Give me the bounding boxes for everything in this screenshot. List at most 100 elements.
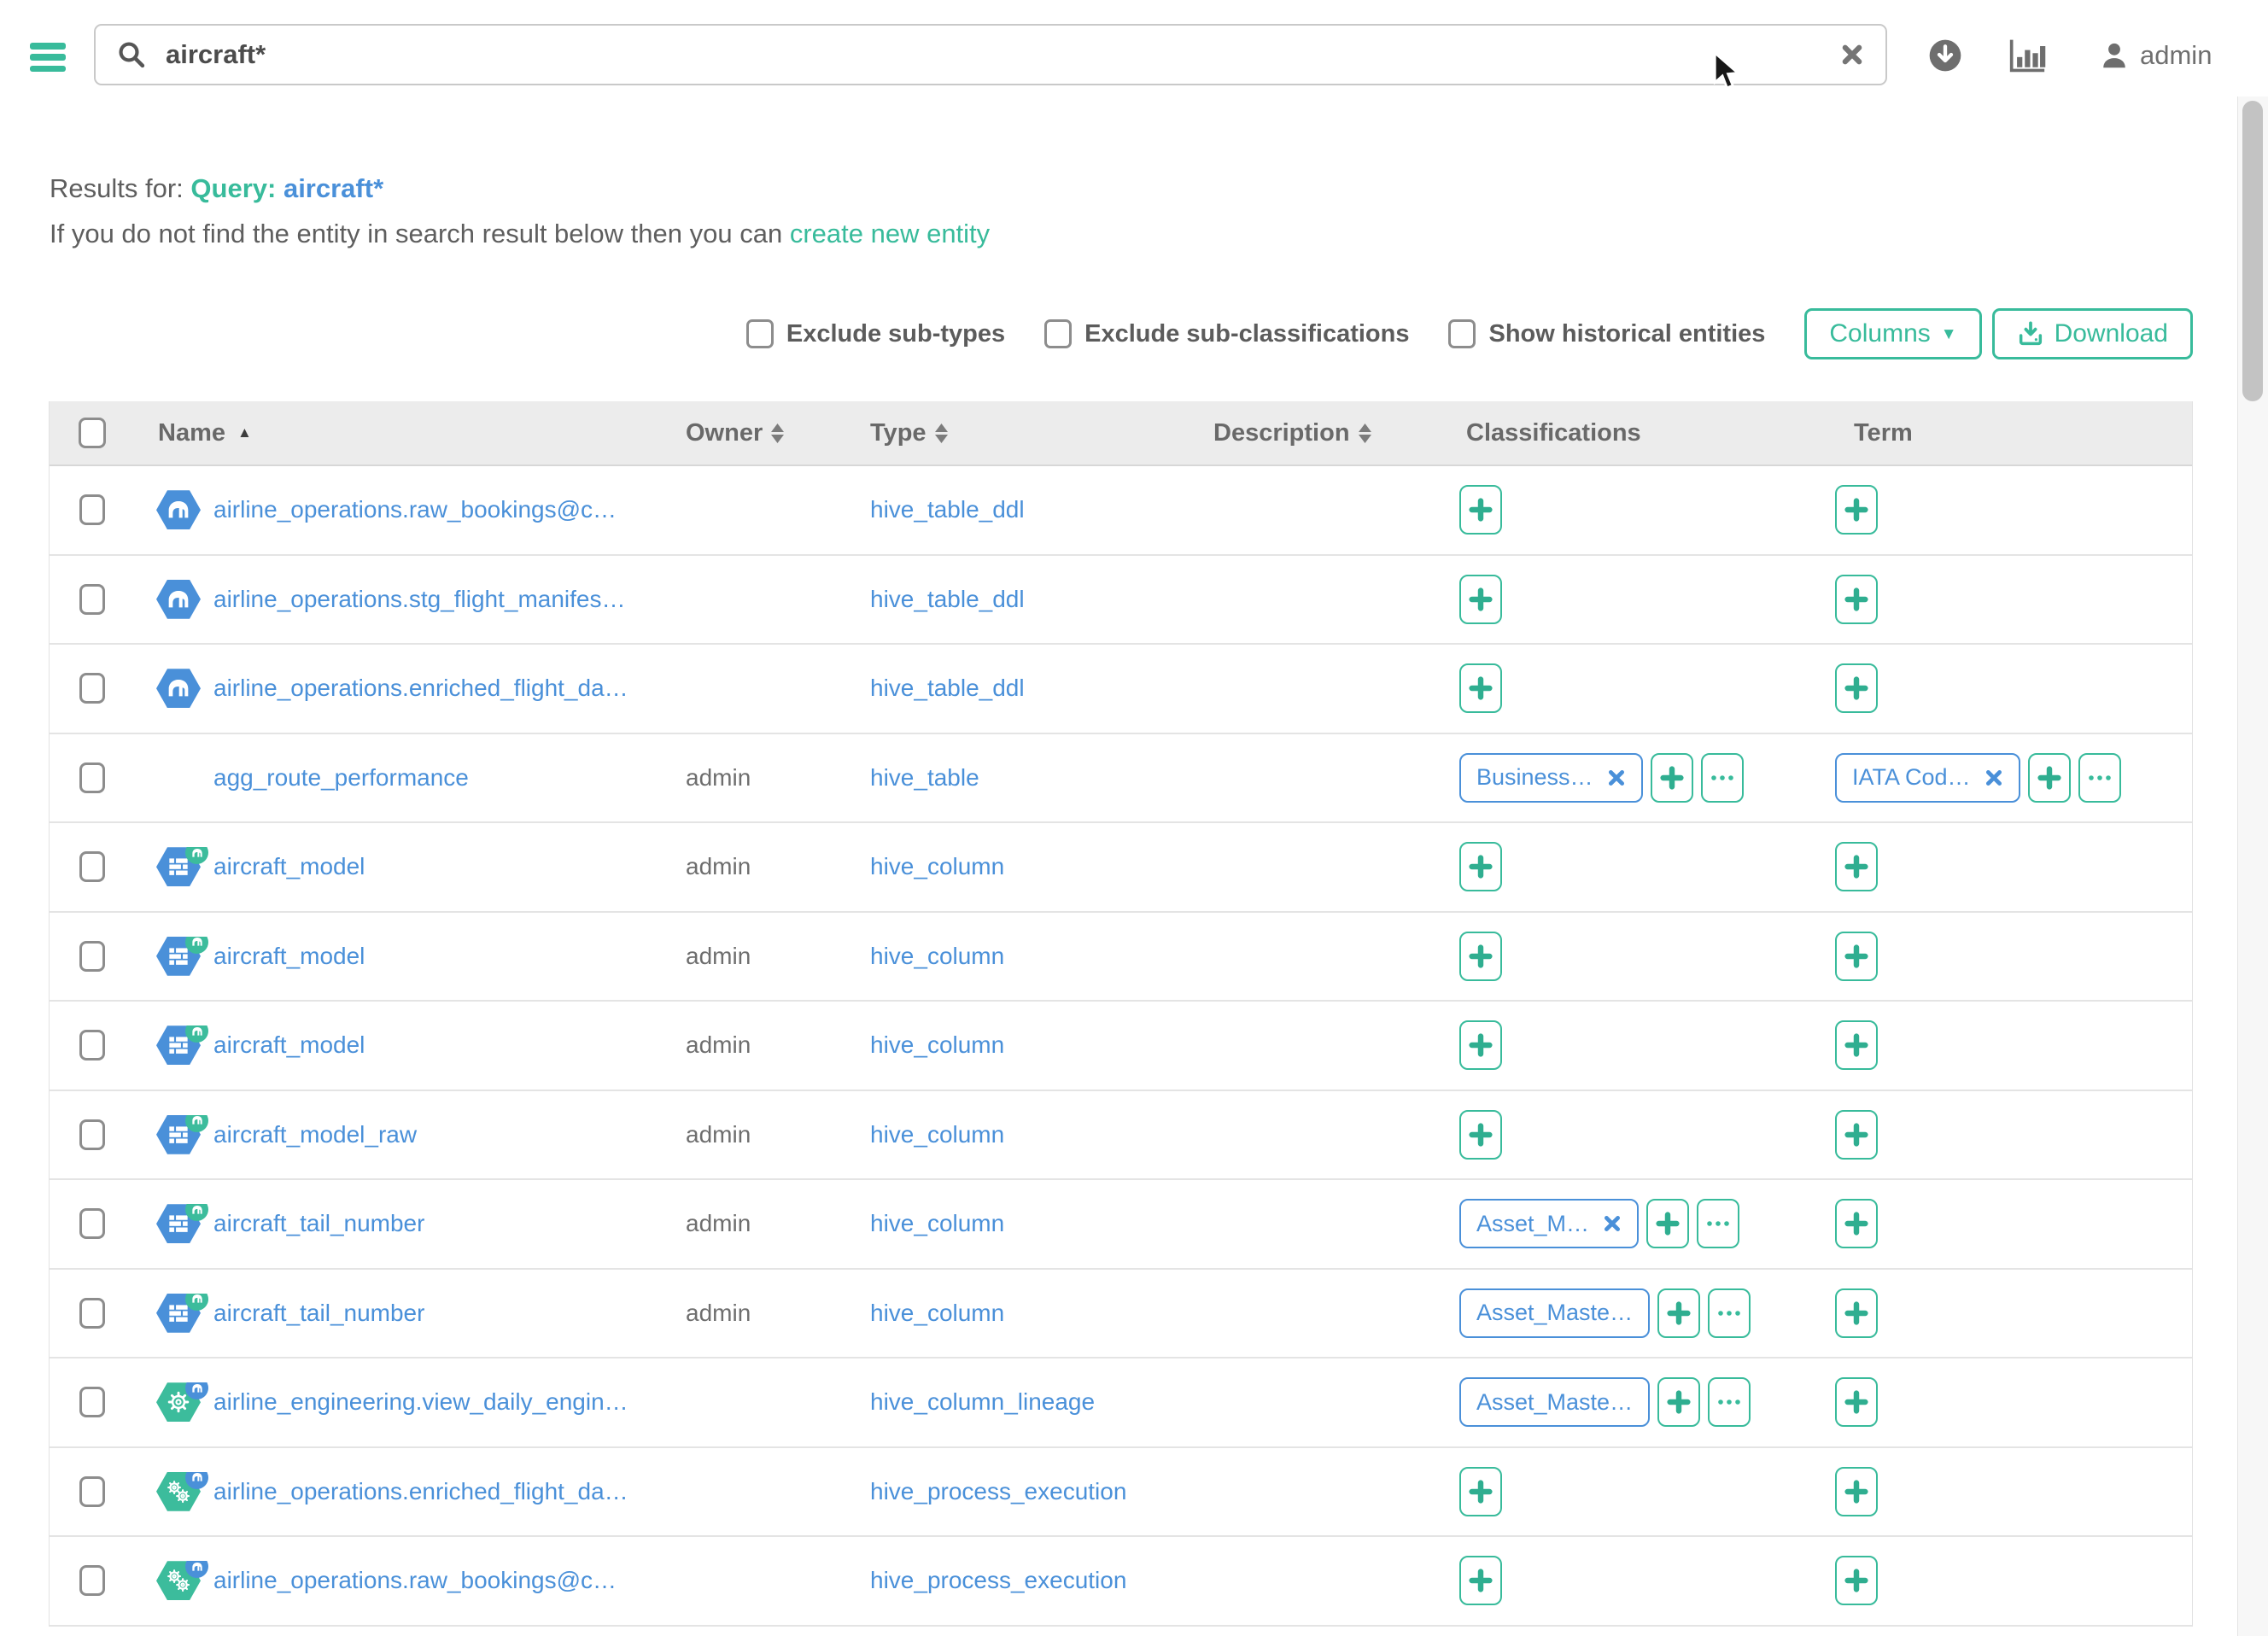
row-checkbox[interactable] — [79, 1119, 105, 1150]
select-all-checkbox[interactable] — [79, 418, 106, 448]
add-term-button[interactable] — [1835, 1556, 1878, 1605]
entity-name-link[interactable]: aircraft_model_raw — [213, 1121, 417, 1148]
classifications-cell: Asset_Maste… — [1453, 1288, 1828, 1338]
add-term-button[interactable] — [1835, 1467, 1878, 1516]
type-link[interactable]: hive_column — [870, 1300, 1004, 1326]
row-checkbox[interactable] — [79, 584, 105, 615]
type-link[interactable]: hive_table_ddl — [870, 496, 1025, 523]
download-circle-icon[interactable] — [1928, 0, 1962, 111]
row-checkbox[interactable] — [79, 762, 105, 793]
type-link[interactable]: hive_column — [870, 1121, 1004, 1148]
add-term-button[interactable] — [1835, 1020, 1878, 1070]
type-link[interactable]: hive_process_execution — [870, 1567, 1126, 1593]
add-term-button[interactable] — [1835, 1110, 1878, 1160]
type-link[interactable]: hive_column_lineage — [870, 1388, 1095, 1415]
row-checkbox[interactable] — [79, 1476, 105, 1507]
entity-name-link[interactable]: airline_operations.stg_flight_manifes… — [213, 586, 626, 613]
row-checkbox[interactable] — [79, 673, 105, 704]
entity-name-link[interactable]: airline_operations.raw_bookings@c… — [213, 496, 617, 523]
create-new-entity-link[interactable]: create new entity — [790, 219, 990, 248]
exclude-subclassifications-checkbox[interactable] — [1044, 319, 1072, 348]
hive-badge-icon — [185, 1115, 208, 1132]
more-terms-button[interactable] — [2078, 753, 2121, 803]
row-checkbox[interactable] — [79, 1565, 105, 1596]
entity-name-link[interactable]: agg_route_performance — [213, 764, 469, 792]
row-checkbox[interactable] — [79, 851, 105, 882]
header-description[interactable]: Description — [1196, 419, 1453, 447]
add-term-button[interactable] — [1835, 575, 1878, 624]
entity-name-link[interactable]: aircraft_tail_number — [213, 1210, 424, 1237]
classification-tag[interactable]: Asset_Maste… — [1459, 1288, 1650, 1338]
more-classifications-button[interactable] — [1708, 1377, 1751, 1427]
header-name[interactable]: Name ▲ — [129, 419, 675, 447]
show-historical-checkbox[interactable] — [1448, 319, 1476, 348]
entity-name-link[interactable]: airline_operations.enriched_flight_da… — [213, 675, 628, 702]
add-classification-button[interactable] — [1646, 1199, 1689, 1248]
add-classification-button[interactable] — [1459, 932, 1502, 981]
type-link[interactable]: hive_table — [870, 764, 979, 791]
add-term-button[interactable] — [2028, 753, 2071, 803]
add-term-button[interactable] — [1835, 1288, 1878, 1338]
type-link[interactable]: hive_table_ddl — [870, 586, 1025, 612]
add-term-button[interactable] — [1835, 932, 1878, 981]
search-input[interactable] — [166, 39, 1839, 70]
more-classifications-button[interactable] — [1708, 1288, 1751, 1338]
show-historical-label: Show historical entities — [1488, 320, 1765, 348]
add-term-button[interactable] — [1835, 485, 1878, 535]
entity-name-link[interactable]: aircraft_model — [213, 1031, 365, 1059]
type-link[interactable]: hive_table_ddl — [870, 675, 1025, 701]
entity-name-link[interactable]: aircraft_tail_number — [213, 1300, 424, 1327]
term-tag[interactable]: IATA Cod… — [1835, 753, 2020, 803]
add-classification-button[interactable] — [1459, 1020, 1502, 1070]
remove-classification-icon[interactable] — [1607, 768, 1626, 787]
row-checkbox[interactable] — [79, 1298, 105, 1329]
type-link[interactable]: hive_process_execution — [870, 1478, 1126, 1505]
row-checkbox[interactable] — [79, 941, 105, 972]
type-link[interactable]: hive_column — [870, 943, 1004, 969]
add-classification-button[interactable] — [1459, 663, 1502, 713]
remove-classification-icon[interactable] — [1603, 1214, 1622, 1233]
user-menu[interactable]: admin — [2099, 0, 2212, 111]
row-checkbox[interactable] — [79, 1387, 105, 1417]
hive-column-icon — [156, 1294, 201, 1333]
classification-tag[interactable]: Asset_Maste… — [1459, 1377, 1650, 1427]
entity-name-link[interactable]: aircraft_model — [213, 943, 365, 970]
type-link[interactable]: hive_column — [870, 1031, 1004, 1058]
add-term-button[interactable] — [1835, 663, 1878, 713]
remove-term-icon[interactable] — [1984, 768, 2003, 787]
entity-name-link[interactable]: airline_engineering.view_daily_engin… — [213, 1388, 628, 1416]
add-classification-button[interactable] — [1657, 1377, 1700, 1427]
exclude-subtypes-checkbox[interactable] — [746, 319, 774, 348]
add-classification-button[interactable] — [1459, 1110, 1502, 1160]
download-button[interactable]: Download — [1992, 308, 2193, 359]
scrollbar-thumb[interactable] — [2242, 101, 2263, 401]
add-classification-button[interactable] — [1657, 1288, 1700, 1338]
classification-tag[interactable]: Asset_M… — [1459, 1199, 1639, 1248]
row-checkbox[interactable] — [79, 1208, 105, 1239]
entity-name-link[interactable]: aircraft_model — [213, 853, 365, 880]
add-classification-button[interactable] — [1651, 753, 1693, 803]
entity-name-link[interactable]: airline_operations.raw_bookings@c… — [213, 1567, 617, 1594]
type-link[interactable]: hive_column — [870, 1210, 1004, 1236]
add-term-button[interactable] — [1835, 842, 1878, 891]
add-classification-button[interactable] — [1459, 485, 1502, 535]
add-classification-button[interactable] — [1459, 1467, 1502, 1516]
menu-icon[interactable] — [30, 43, 66, 72]
add-term-button[interactable] — [1835, 1377, 1878, 1427]
row-checkbox[interactable] — [79, 1030, 105, 1060]
bar-chart-icon[interactable] — [2007, 0, 2048, 111]
clear-search-icon[interactable] — [1839, 42, 1865, 67]
row-checkbox[interactable] — [79, 494, 105, 525]
add-classification-button[interactable] — [1459, 842, 1502, 891]
classification-tag[interactable]: Business… — [1459, 753, 1643, 803]
add-classification-button[interactable] — [1459, 575, 1502, 624]
header-owner[interactable]: Owner — [675, 419, 855, 447]
more-classifications-button[interactable] — [1697, 1199, 1739, 1248]
add-classification-button[interactable] — [1459, 1556, 1502, 1605]
columns-button[interactable]: Columns▼ — [1804, 308, 1981, 359]
more-classifications-button[interactable] — [1701, 753, 1744, 803]
entity-name-link[interactable]: airline_operations.enriched_flight_da… — [213, 1478, 628, 1505]
header-type[interactable]: Type — [855, 419, 1196, 447]
add-term-button[interactable] — [1835, 1199, 1878, 1248]
type-link[interactable]: hive_column — [870, 853, 1004, 879]
